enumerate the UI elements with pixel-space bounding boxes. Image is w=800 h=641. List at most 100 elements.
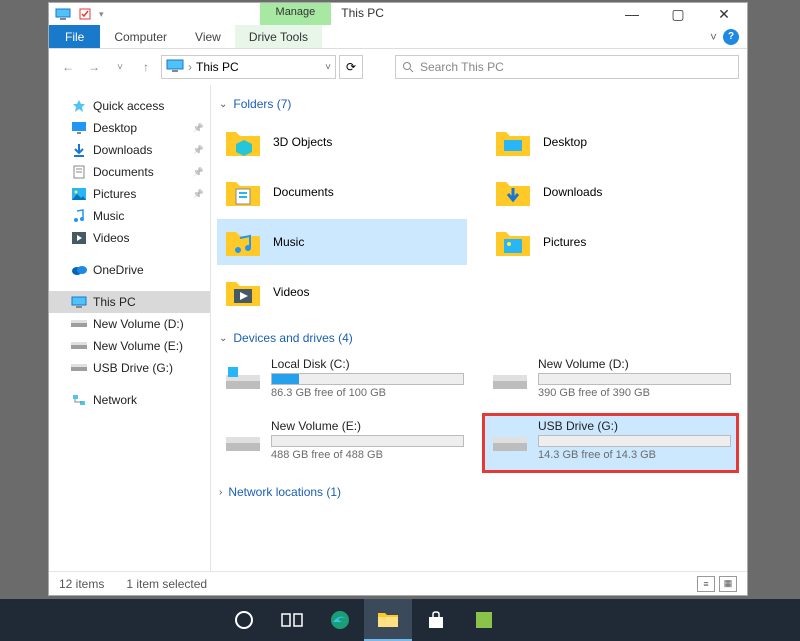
drive-local-c[interactable]: Local Disk (C:) 86.3 GB free of 100 GB	[217, 353, 470, 409]
search-box[interactable]: Search This PC	[395, 55, 739, 79]
sidebar-label: Videos	[93, 231, 129, 245]
search-placeholder: Search This PC	[420, 60, 504, 74]
refresh-icon: ⟳	[346, 60, 356, 74]
drive-usb-g[interactable]: USB Drive (G:) 14.3 GB free of 14.3 GB	[484, 415, 737, 471]
sidebar-quick-access[interactable]: Quick access	[49, 95, 210, 117]
sidebar-this-pc[interactable]: This PC	[49, 291, 210, 313]
drive-free-text: 488 GB free of 488 GB	[271, 449, 464, 461]
help-icon[interactable]: ?	[723, 29, 739, 45]
navigation-pane: Quick access Desktop Downloads Documents…	[49, 85, 211, 571]
drive-new-volume-e[interactable]: New Volume (E:) 488 GB free of 488 GB	[217, 415, 470, 471]
folder-videos[interactable]: Videos	[217, 269, 467, 315]
drive-icon	[490, 363, 530, 395]
group-header-drives[interactable]: ⌄ Devices and drives (4)	[217, 325, 737, 353]
sidebar-onedrive[interactable]: OneDrive	[49, 259, 210, 281]
title-bar: ▾ Manage This PC — ▢ ✕	[49, 3, 747, 25]
body: Quick access Desktop Downloads Documents…	[49, 85, 747, 571]
folder-icon	[493, 172, 533, 212]
folder-label: Pictures	[543, 235, 586, 249]
recent-locations-button[interactable]: ˅	[109, 56, 131, 78]
onedrive-icon	[71, 263, 87, 277]
pc-icon[interactable]	[55, 7, 71, 21]
group-header-label: Devices and drives (4)	[233, 331, 352, 345]
sidebar-drive-e[interactable]: New Volume (E:)	[49, 335, 210, 357]
storage-bar	[538, 373, 731, 385]
star-icon	[71, 99, 87, 113]
drive-icon	[71, 317, 87, 331]
sidebar-item-documents[interactable]: Documents	[49, 161, 210, 183]
sidebar-item-videos[interactable]: Videos	[49, 227, 210, 249]
details-view-button[interactable]: ≡	[697, 576, 715, 592]
minimize-button[interactable]: —	[609, 3, 655, 25]
drive-name: New Volume (E:)	[271, 419, 464, 433]
task-view-button[interactable]	[268, 599, 316, 641]
refresh-button[interactable]: ⟳	[339, 55, 363, 79]
search-icon	[402, 61, 414, 73]
folder-icon	[493, 122, 533, 162]
sidebar-network[interactable]: Network	[49, 389, 210, 411]
folder-downloads[interactable]: Downloads	[487, 169, 737, 215]
taskbar-app-button[interactable]	[460, 599, 508, 641]
pc-icon	[166, 59, 184, 75]
explorer-window: ▾ Manage This PC — ▢ ✕ File Computer Vie…	[48, 2, 748, 596]
maximize-button[interactable]: ▢	[655, 3, 701, 25]
documents-icon	[71, 165, 87, 179]
sidebar-item-pictures[interactable]: Pictures	[49, 183, 210, 205]
sidebar-label: USB Drive (G:)	[93, 361, 173, 375]
address-separator: ›	[188, 60, 192, 74]
sidebar-drive-d[interactable]: New Volume (D:)	[49, 313, 210, 335]
content-pane: ⌄ Folders (7) 3D Objects Desktop Documen…	[211, 85, 747, 571]
close-button[interactable]: ✕	[701, 3, 747, 25]
folder-label: Desktop	[543, 135, 587, 149]
folder-documents[interactable]: Documents	[217, 169, 467, 215]
sidebar-label: Music	[93, 209, 124, 223]
tab-computer[interactable]: Computer	[100, 25, 181, 48]
tab-drive-tools[interactable]: Drive Tools	[235, 25, 322, 48]
usb-drive-icon	[490, 425, 530, 457]
contextual-tab-manage[interactable]: Manage	[260, 3, 332, 25]
up-button[interactable]: ↑	[135, 56, 157, 78]
sidebar-item-downloads[interactable]: Downloads	[49, 139, 210, 161]
properties-icon[interactable]	[77, 7, 93, 21]
file-tab[interactable]: File	[49, 25, 100, 48]
drive-new-volume-d[interactable]: New Volume (D:) 390 GB free of 390 GB	[484, 353, 737, 409]
back-button[interactable]: ←	[57, 56, 79, 78]
folder-music[interactable]: Music	[217, 219, 467, 265]
drive-free-text: 86.3 GB free of 100 GB	[271, 387, 464, 399]
storage-bar-fill	[272, 374, 299, 384]
forward-button[interactable]: →	[83, 56, 105, 78]
sidebar-label: Network	[93, 393, 137, 407]
address-bar[interactable]: › This PC ˅	[161, 55, 336, 79]
address-text: This PC	[196, 60, 239, 74]
edge-button[interactable]	[316, 599, 364, 641]
folder-pictures[interactable]: Pictures	[487, 219, 737, 265]
storage-bar	[271, 373, 464, 385]
cortana-button[interactable]	[220, 599, 268, 641]
drive-icon	[71, 339, 87, 353]
folder-desktop[interactable]: Desktop	[487, 119, 737, 165]
folder-label: Documents	[273, 185, 334, 199]
sidebar-label: Pictures	[93, 187, 136, 201]
storage-bar	[271, 435, 464, 447]
file-explorer-button[interactable]	[364, 599, 412, 641]
folder-icon	[493, 222, 533, 262]
sidebar-item-music[interactable]: Music	[49, 205, 210, 227]
storage-bar	[538, 435, 731, 447]
sidebar-label: Desktop	[93, 121, 137, 135]
sidebar-drive-g[interactable]: USB Drive (G:)	[49, 357, 210, 379]
sidebar-item-desktop[interactable]: Desktop	[49, 117, 210, 139]
ribbon-expand-icon[interactable]: ˅	[710, 30, 717, 44]
address-dropdown-icon[interactable]: ˅	[325, 62, 331, 73]
large-icons-view-button[interactable]: ▦	[719, 576, 737, 592]
qat-dropdown-icon[interactable]: ▾	[99, 9, 104, 20]
tab-view[interactable]: View	[181, 25, 235, 48]
group-header-network[interactable]: › Network locations (1)	[217, 479, 737, 507]
folder-icon	[223, 172, 263, 212]
sidebar-label: Downloads	[93, 143, 152, 157]
selection-count: 1 item selected	[126, 577, 207, 591]
folder-label: Downloads	[543, 185, 602, 199]
store-button[interactable]	[412, 599, 460, 641]
status-bar: 12 items 1 item selected ≡ ▦	[49, 571, 747, 595]
folder-3d-objects[interactable]: 3D Objects	[217, 119, 467, 165]
group-header-folders[interactable]: ⌄ Folders (7)	[217, 91, 737, 119]
